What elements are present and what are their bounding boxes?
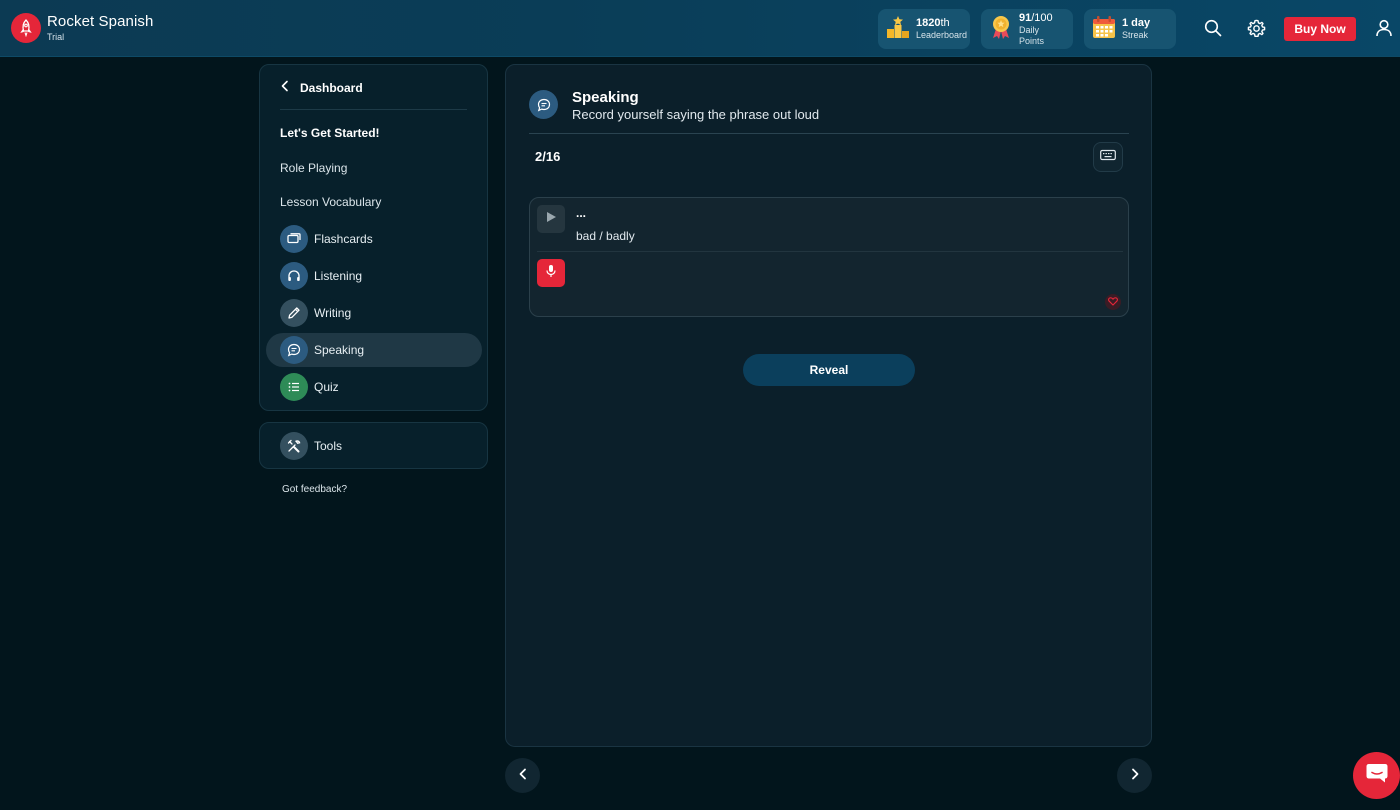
progress-counter: 2/16 (535, 149, 561, 164)
speech-bubble-icon (529, 90, 558, 119)
streak-value: 1 day (1122, 17, 1151, 29)
search-icon[interactable] (1202, 17, 1224, 39)
dashboard-label: Dashboard (300, 81, 363, 95)
phrase-english: bad / badly (576, 229, 635, 243)
phrase-spanish: ... (576, 206, 587, 220)
leaderboard-rank: 1820 (916, 17, 941, 29)
sidebar-item-role-playing[interactable]: Role Playing (280, 161, 347, 175)
favorite-button[interactable] (1105, 294, 1121, 310)
feedback-link[interactable]: Got feedback? (282, 484, 347, 495)
streak-label: Streak (1122, 30, 1149, 40)
daily-points-stat[interactable]: 91/100 Daily Points (981, 9, 1073, 49)
brand-title: Rocket Spanish (47, 13, 154, 30)
sidebar-item-listening[interactable]: Listening (266, 259, 482, 293)
list-icon (280, 373, 308, 401)
sidebar-item-quiz[interactable]: Quiz (266, 370, 482, 404)
streak-stat[interactable]: 1 day Streak (1084, 9, 1176, 49)
podium-icon (886, 15, 910, 44)
chevron-right-icon (1130, 767, 1140, 785)
leaderboard-rank-suffix: th (940, 17, 950, 29)
leaderboard-stat[interactable]: 1820th Leaderboard (878, 9, 970, 49)
sidebar-item-tools[interactable]: Tools (266, 429, 482, 463)
daily-points-label: Daily Points (1019, 24, 1045, 46)
record-button[interactable] (537, 259, 565, 287)
sidebar-item-flashcards[interactable]: Flashcards (266, 222, 482, 256)
buy-now-button[interactable]: Buy Now (1284, 17, 1356, 41)
play-audio-button[interactable] (537, 205, 565, 233)
next-button[interactable] (1117, 758, 1152, 793)
dashboard-back-link[interactable]: Dashboard (280, 79, 363, 97)
brand[interactable]: Rocket Spanish Trial (11, 13, 153, 43)
sidebar-divider (280, 109, 467, 110)
sidebar-item-label: Writing (314, 306, 352, 320)
play-icon (545, 210, 557, 228)
heart-icon (1108, 293, 1118, 311)
calendar-icon (1092, 15, 1116, 44)
sidebar-item-lesson-vocabulary[interactable]: Lesson Vocabulary (280, 195, 381, 209)
medal-icon (989, 15, 1013, 44)
chevron-left-icon (518, 767, 528, 785)
activity-title: Speaking (572, 89, 639, 106)
sidebar-item-label: Flashcards (314, 232, 373, 246)
sidebar-item-writing[interactable]: Writing (266, 296, 482, 330)
daily-points-value: 91 (1019, 11, 1032, 24)
tools-icon (280, 432, 308, 460)
user-icon[interactable] (1373, 17, 1395, 39)
top-header: Rocket Spanish Trial 1820th Leaderboard (0, 0, 1400, 57)
keyboard-shortcuts-button[interactable] (1093, 142, 1123, 172)
tools-card: Tools (259, 422, 488, 469)
keyboard-icon (1100, 148, 1116, 166)
sidebar-item-lets-get-started[interactable]: Let's Get Started! (280, 126, 380, 140)
cards-icon (280, 225, 308, 253)
speech-bubble-icon (280, 336, 308, 364)
sidebar-item-label: Quiz (314, 380, 339, 394)
daily-points-max: /100 (1031, 11, 1053, 24)
chat-icon (1365, 762, 1389, 789)
reveal-button[interactable]: Reveal (743, 354, 915, 386)
activity-divider (529, 133, 1129, 134)
gear-icon[interactable] (1245, 17, 1267, 39)
sidebar-item-label: Listening (314, 269, 363, 283)
leaderboard-label: Leaderboard (916, 30, 968, 40)
sidebar-item-label: Speaking (314, 343, 365, 357)
brand-subtitle: Trial (47, 32, 65, 42)
sidebar-item-label: Tools (314, 439, 343, 453)
chat-support-button[interactable] (1353, 752, 1400, 799)
previous-button[interactable] (505, 758, 540, 793)
chevron-left-icon (280, 79, 290, 97)
headphones-icon (280, 262, 308, 290)
rocket-icon (11, 13, 41, 43)
activity-panel: Speaking Record yourself saying the phra… (505, 64, 1152, 747)
activity-instructions: Record yourself saying the phrase out lo… (572, 107, 820, 122)
phrase-card: ... bad / badly (529, 197, 1129, 317)
lesson-sidebar: Dashboard Let's Get Started! Role Playin… (259, 64, 488, 411)
phrase-divider (537, 251, 1123, 252)
microphone-icon (545, 264, 557, 283)
pencil-icon (280, 299, 308, 327)
sidebar-item-speaking[interactable]: Speaking (266, 333, 482, 367)
